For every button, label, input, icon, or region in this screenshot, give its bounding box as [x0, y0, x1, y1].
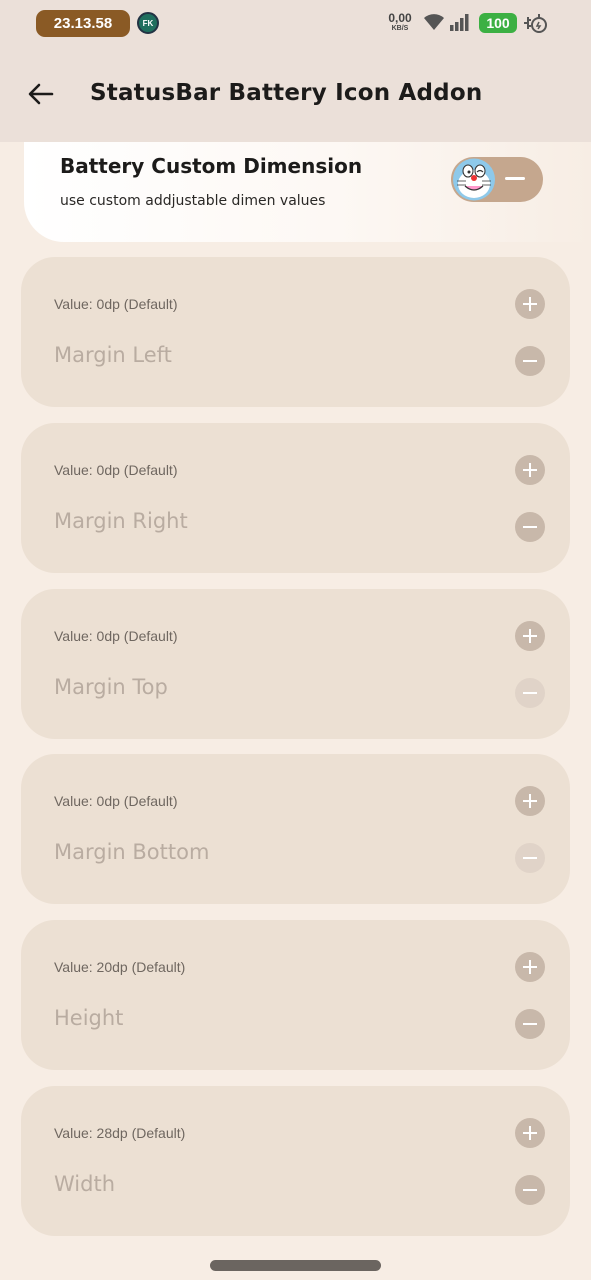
back-arrow-icon[interactable] — [26, 79, 56, 109]
card-label: Margin Left — [54, 343, 172, 367]
switch-subtitle: use custom addjustable dimen values — [60, 193, 326, 209]
decrease-button[interactable] — [515, 512, 545, 542]
increase-button[interactable] — [515, 1118, 545, 1148]
card-label: Margin Top — [54, 675, 168, 699]
toggle-on-indicator — [505, 177, 525, 180]
app-notification-icon: FK — [137, 12, 159, 34]
decrease-button[interactable] — [515, 678, 545, 708]
margin-left-card: Value: 0dp (Default) Margin Left — [21, 257, 570, 407]
card-value: Value: 0dp (Default) — [54, 462, 178, 478]
increase-button[interactable] — [515, 621, 545, 651]
decrease-button[interactable] — [515, 1175, 545, 1205]
status-bar: 23.13.58 FK 0,00 KB/S 100 — [0, 0, 591, 46]
switch-title: Battery Custom Dimension — [60, 154, 363, 178]
increase-button[interactable] — [515, 786, 545, 816]
page-title: StatusBar Battery Icon Addon — [90, 80, 483, 106]
increase-button[interactable] — [515, 455, 545, 485]
app-bar: StatusBar Battery Icon Addon — [0, 46, 591, 142]
card-value: Value: 20dp (Default) — [54, 959, 186, 975]
card-value: Value: 0dp (Default) — [54, 296, 178, 312]
decrease-button[interactable] — [515, 1009, 545, 1039]
toggle-thumb-face-icon — [453, 158, 495, 201]
card-label: Margin Bottom — [54, 840, 210, 864]
network-speed: 0,00 KB/S — [385, 12, 415, 32]
card-label: Margin Right — [54, 509, 188, 533]
increase-button[interactable] — [515, 952, 545, 982]
margin-bottom-card: Value: 0dp (Default) Margin Bottom — [21, 754, 570, 904]
cell-signal-icon — [450, 14, 469, 31]
margin-right-card: Value: 0dp (Default) Margin Right — [21, 423, 570, 573]
card-value: Value: 0dp (Default) — [54, 793, 178, 809]
gesture-home-bar[interactable] — [210, 1260, 381, 1271]
network-speed-value: 0,00 — [388, 11, 412, 25]
increase-button[interactable] — [515, 289, 545, 319]
card-label: Height — [54, 1006, 124, 1030]
width-card: Value: 28dp (Default) Width — [21, 1086, 570, 1236]
wifi-icon — [424, 14, 444, 30]
card-value: Value: 0dp (Default) — [54, 628, 178, 644]
card-label: Width — [54, 1172, 116, 1196]
margin-top-card: Value: 0dp (Default) Margin Top — [21, 589, 570, 739]
charging-plug-icon — [524, 14, 547, 33]
battery-level-badge: 100 — [479, 13, 517, 33]
card-value: Value: 28dp (Default) — [54, 1125, 186, 1141]
height-card: Value: 20dp (Default) Height — [21, 920, 570, 1070]
custom-dimension-switch-card[interactable]: Battery Custom Dimension use custom addj… — [24, 142, 591, 242]
status-clock: 23.13.58 — [36, 10, 130, 37]
custom-dimension-toggle[interactable] — [451, 157, 543, 202]
decrease-button[interactable] — [515, 346, 545, 376]
network-speed-unit: KB/S — [391, 25, 409, 32]
decrease-button[interactable] — [515, 843, 545, 873]
